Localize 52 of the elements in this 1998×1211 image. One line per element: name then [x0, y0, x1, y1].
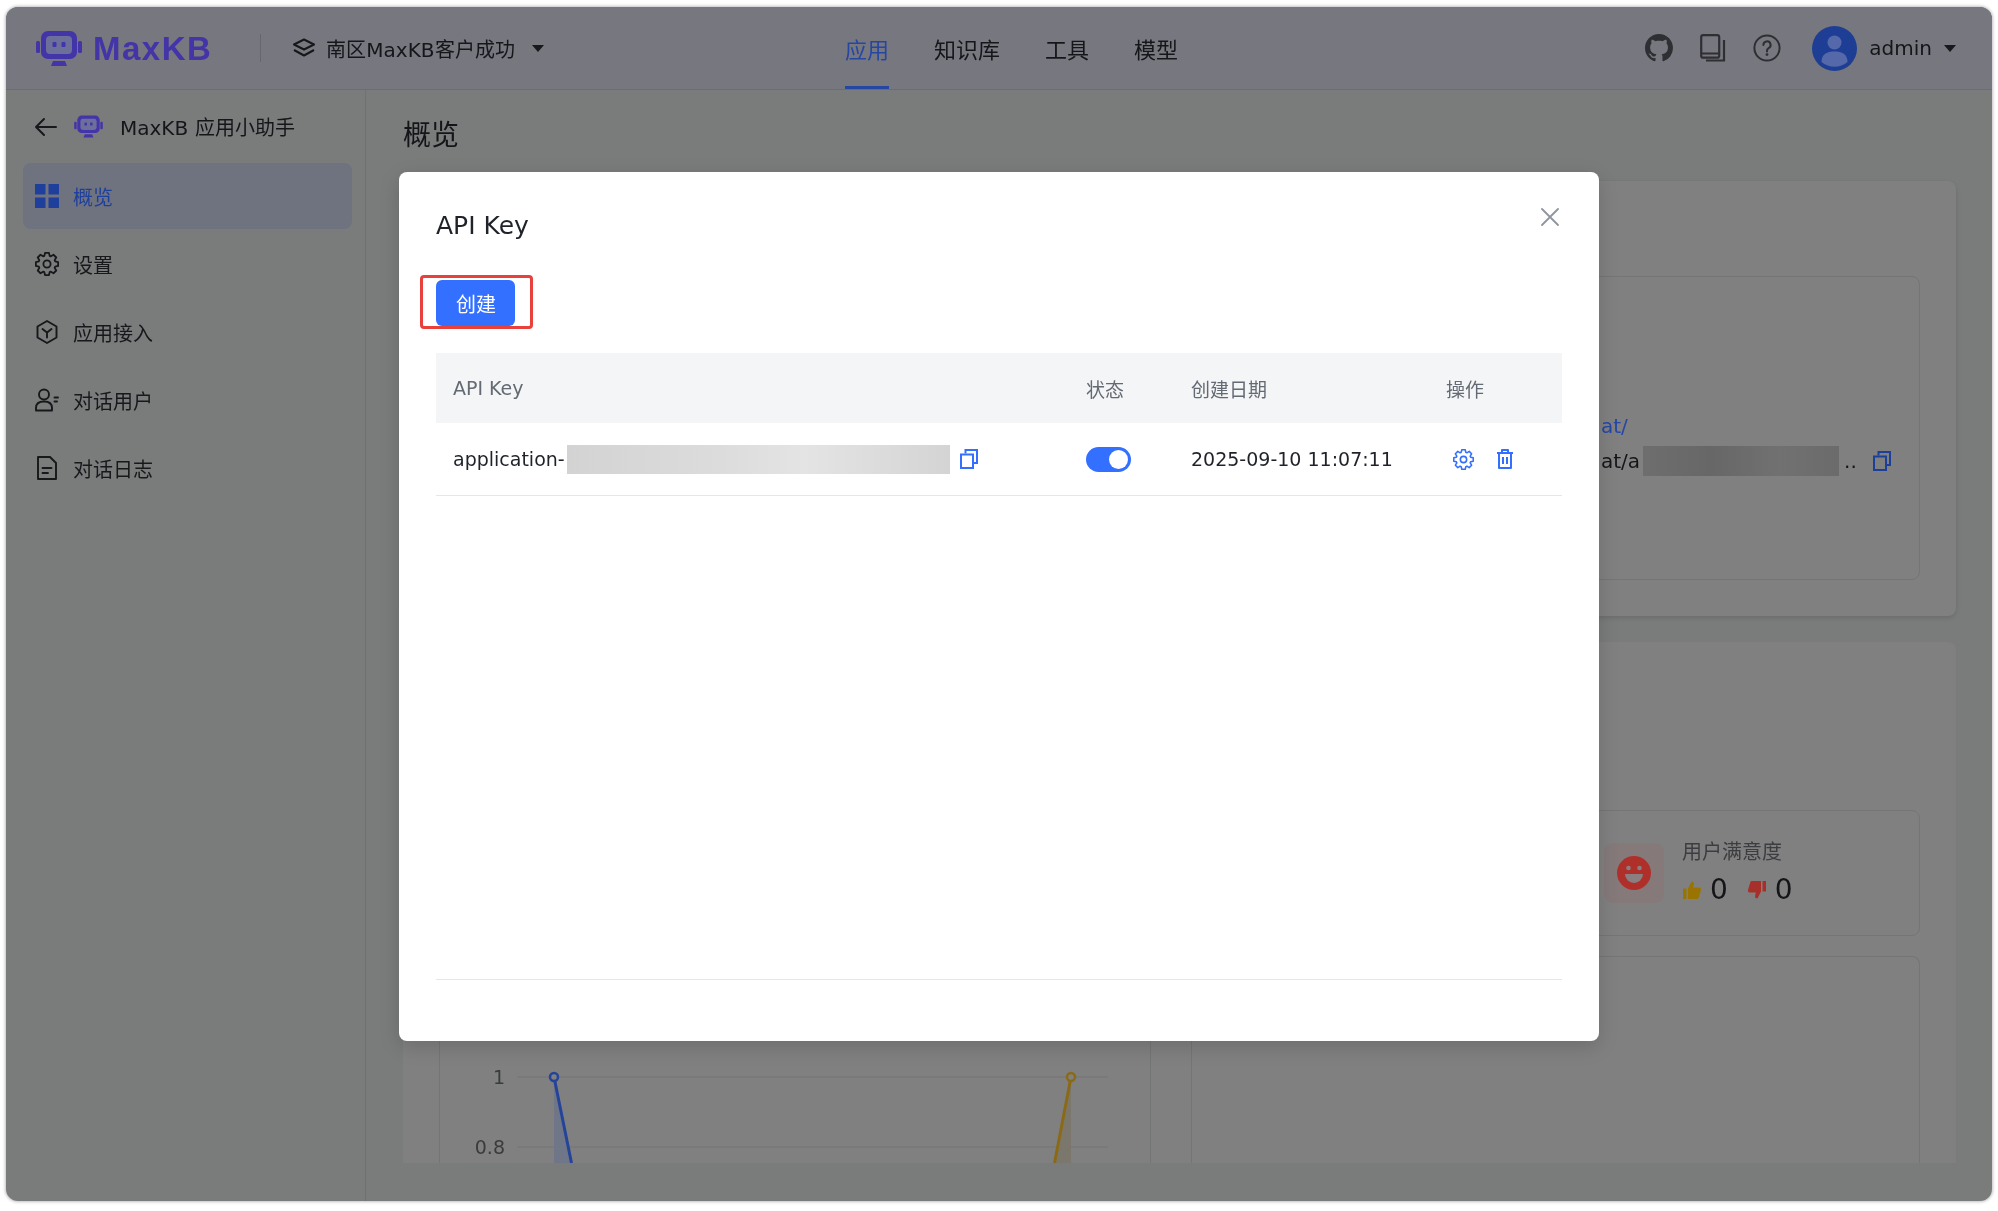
trash-icon[interactable] — [1496, 449, 1514, 469]
back-arrow-icon[interactable] — [34, 116, 57, 137]
grid-icon — [35, 184, 59, 208]
sidebar-item[interactable]: 应用接入 — [23, 299, 352, 365]
layers-icon — [293, 38, 316, 58]
document-icon — [35, 456, 59, 480]
like-count: 0 — [1710, 873, 1728, 907]
column-header: 操作 — [1445, 377, 1485, 403]
sidebar-item[interactable]: 设置 — [23, 231, 352, 297]
app-name: MaxKB 应用小助手 — [120, 115, 295, 141]
url-text: at/a — [1601, 449, 1641, 473]
book-icon[interactable] — [1700, 34, 1727, 62]
caret-icon — [531, 44, 544, 52]
nav-tab[interactable]: 模型 — [1134, 7, 1178, 89]
thumbs-up-icon — [1682, 880, 1702, 900]
dislike-count: 0 — [1774, 873, 1793, 907]
url-ellipsis: .. — [1844, 449, 1857, 473]
axis-label: 1 — [492, 1066, 505, 1088]
hexagon-icon — [35, 320, 59, 344]
copy-icon[interactable] — [1872, 451, 1891, 471]
close-icon[interactable] — [1541, 208, 1559, 226]
nav-tab[interactable]: 知识库 — [934, 7, 1000, 89]
dialog-title: API Key — [436, 210, 529, 242]
column-header: API Key — [452, 376, 525, 401]
api-key-text: application- — [453, 448, 565, 470]
robot-icon — [74, 115, 103, 138]
avatar-icon — [1812, 25, 1858, 71]
robot-logo-icon — [36, 29, 82, 67]
column-header: 创建日期 — [1190, 377, 1268, 403]
satisfaction-label: 用户满意度 — [1682, 839, 1783, 865]
settings-icon[interactable] — [1453, 448, 1474, 470]
access-link[interactable]: at/ — [1601, 414, 1628, 438]
page-title: 概览 — [403, 118, 460, 154]
toggle-switch[interactable] — [1086, 446, 1131, 472]
user-menu[interactable]: admin — [1812, 25, 1956, 71]
sidebar-item[interactable]: 对话用户 — [23, 367, 352, 433]
sidebar-item[interactable]: 对话日志 — [23, 435, 352, 501]
column-header: 状态 — [1085, 377, 1125, 403]
caret-icon — [1944, 44, 1956, 52]
table-cell-text: 2025-09-10 11:07:11 — [1190, 447, 1394, 472]
create-button[interactable]: 创建 — [436, 280, 515, 326]
logo-text: MaxKB — [93, 31, 213, 65]
smiley-icon — [1604, 843, 1664, 903]
thumbs-down-icon — [1746, 880, 1767, 900]
workspace-selector[interactable]: 南区MaxKB客户成功 — [293, 33, 544, 63]
cat-silhouette-icon[interactable] — [1645, 34, 1674, 62]
axis-label: 0.8 — [474, 1136, 505, 1158]
settings-icon — [35, 252, 59, 276]
help-icon[interactable] — [1753, 34, 1782, 62]
copy-icon[interactable] — [959, 449, 978, 469]
user-icon — [35, 388, 59, 412]
nav-tab[interactable]: 工具 — [1045, 7, 1089, 89]
